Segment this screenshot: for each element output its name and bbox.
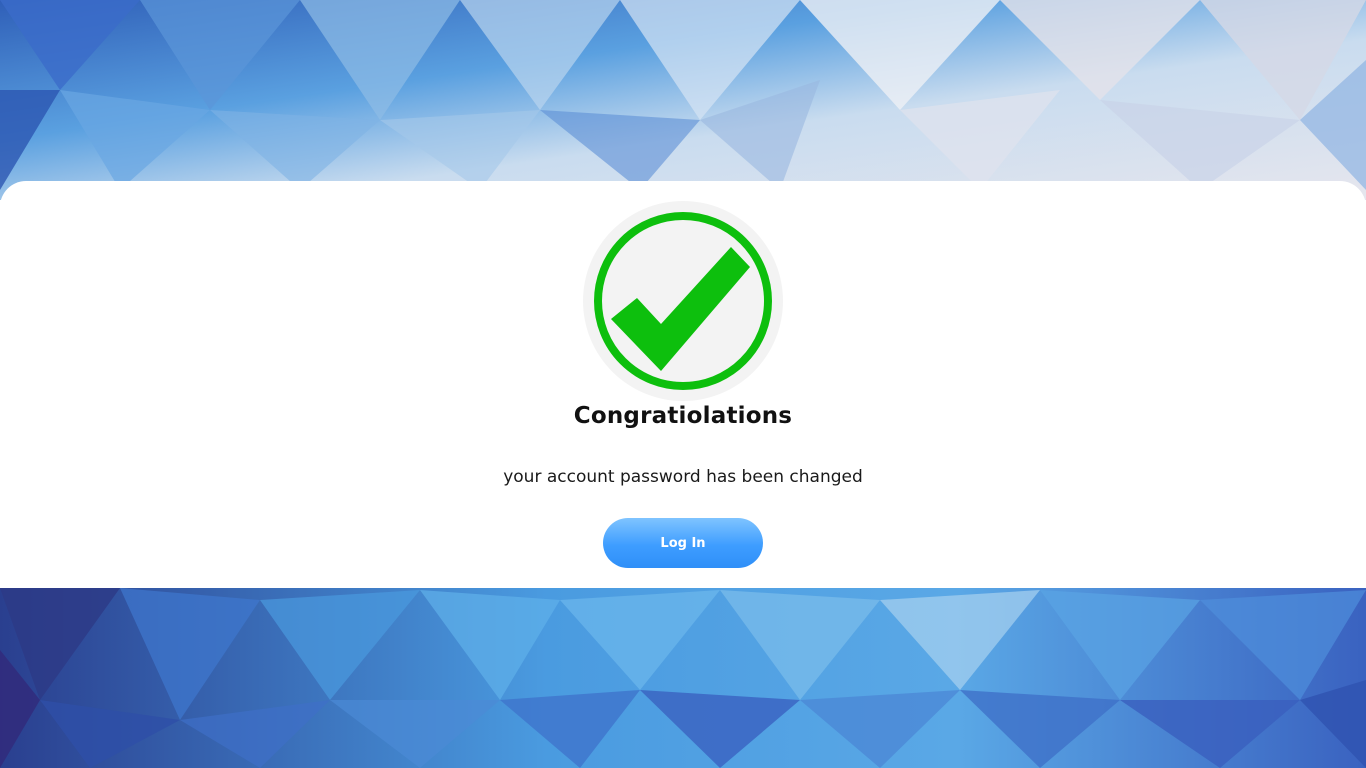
success-card: Congratiolations your account password h…: [0, 181, 1366, 588]
success-message: your account password has been changed: [503, 467, 863, 487]
login-button[interactable]: Log In: [603, 518, 763, 568]
page-title: Congratiolations: [573, 403, 793, 429]
password-changed-page: Congratiolations your account password h…: [0, 0, 1366, 768]
checkmark-circle-icon: [583, 201, 783, 401]
